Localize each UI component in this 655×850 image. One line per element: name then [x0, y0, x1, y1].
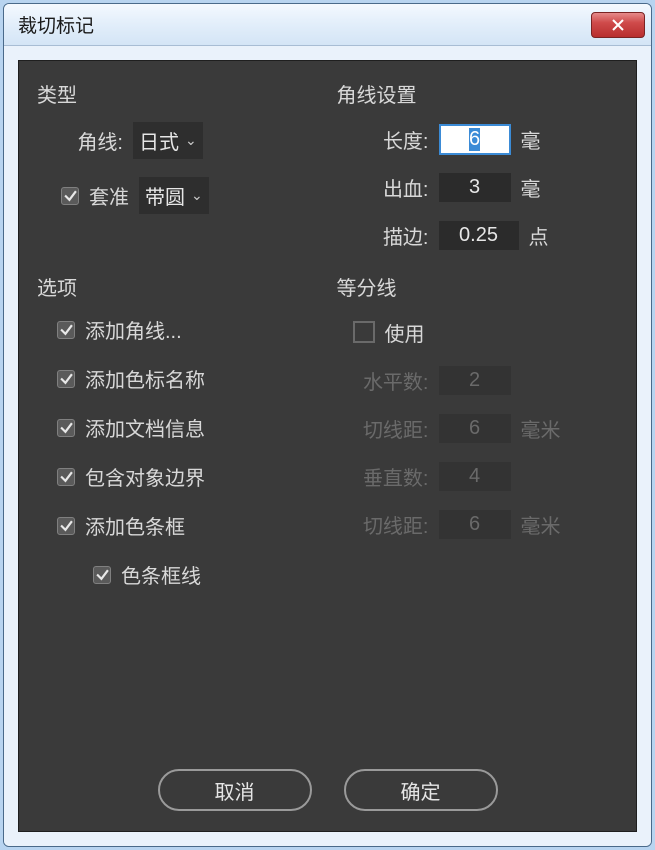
content: 类型 角线: 日式 ⌄ — [18, 60, 637, 832]
bleed-unit: 毫 — [521, 173, 541, 202]
use-divide-label: 使用 — [385, 318, 425, 347]
bleed-input[interactable] — [439, 173, 511, 202]
opt-add-swatch-name-checkbox[interactable] — [57, 370, 75, 388]
v-gap-unit: 毫米 — [521, 510, 561, 539]
options-title: 选项 — [37, 272, 319, 301]
bleed-label: 出血: — [337, 173, 429, 202]
footer: 取消 确定 — [37, 761, 618, 811]
opt-colorbar-line-checkbox[interactable] — [93, 566, 111, 584]
h-count-input — [439, 366, 511, 395]
titlebar: 裁切标记 — [4, 4, 651, 46]
opt-add-docinfo: 添加文档信息 — [37, 413, 319, 442]
type-group-title: 类型 — [37, 79, 319, 108]
h-gap-unit: 毫米 — [521, 414, 561, 443]
cancel-button[interactable]: 取消 — [158, 769, 312, 811]
corner-label: 角线: — [37, 126, 123, 155]
opt-add-corner-label: 添加角线... — [85, 315, 182, 344]
ok-button[interactable]: 确定 — [344, 769, 498, 811]
opt-add-swatch-name-label: 添加色标名称 — [85, 364, 205, 393]
corner-style-value: 日式 — [139, 126, 179, 155]
dialog-title: 裁切标记 — [18, 11, 591, 38]
length-unit: 毫 — [521, 125, 541, 154]
type-group: 类型 角线: 日式 ⌄ — [37, 79, 319, 272]
use-divide-checkbox[interactable] — [353, 321, 375, 343]
opt-add-docinfo-checkbox[interactable] — [57, 419, 75, 437]
stroke-input[interactable] — [439, 221, 519, 250]
register-style-select[interactable]: 带圆 ⌄ — [139, 177, 209, 214]
opt-add-corner-checkbox[interactable] — [57, 321, 75, 339]
divide-group: 等分线 使用 水平数: 切线距: 毫米 — [337, 272, 619, 609]
options-group: 选项 添加角线... 添加色标名称 添加文档信息 — [37, 272, 319, 609]
v-count-input — [439, 462, 511, 491]
opt-colorbar-line-label: 色条框线 — [121, 560, 201, 589]
v-gap-label: 切线距: — [337, 510, 429, 539]
opt-include-bounds-label: 包含对象边界 — [85, 462, 205, 491]
check-icon — [60, 519, 73, 532]
opt-add-docinfo-label: 添加文档信息 — [85, 413, 205, 442]
corner-settings-group: 角线设置 长度: 毫 出血: 毫 描边: — [337, 79, 619, 272]
opt-add-corner: 添加角线... — [37, 315, 319, 344]
register-label: 套准 — [89, 181, 129, 210]
lower-columns: 选项 添加角线... 添加色标名称 添加文档信息 — [37, 272, 618, 609]
check-icon — [60, 421, 73, 434]
chevron-down-icon: ⌄ — [191, 187, 203, 204]
check-icon — [64, 189, 77, 202]
h-gap-label: 切线距: — [337, 414, 429, 443]
opt-include-bounds-checkbox[interactable] — [57, 468, 75, 486]
opt-colorbar-line: 色条框线 — [37, 560, 319, 589]
check-icon — [60, 323, 73, 336]
opt-add-colorbar-checkbox[interactable] — [57, 517, 75, 535]
opt-add-swatch-name: 添加色标名称 — [37, 364, 319, 393]
divide-title: 等分线 — [337, 272, 619, 301]
h-gap-input — [439, 414, 511, 443]
register-style-value: 带圆 — [145, 181, 185, 210]
stroke-unit: 点 — [529, 221, 549, 250]
register-checkbox[interactable] — [61, 187, 79, 205]
opt-add-colorbar: 添加色条框 — [37, 511, 319, 540]
v-gap-input — [439, 510, 511, 539]
upper-columns: 类型 角线: 日式 ⌄ — [37, 79, 618, 272]
close-button[interactable] — [591, 12, 645, 38]
stroke-label: 描边: — [337, 221, 429, 250]
content-wrap: 类型 角线: 日式 ⌄ — [4, 46, 651, 846]
opt-add-colorbar-label: 添加色条框 — [85, 511, 185, 540]
h-count-label: 水平数: — [337, 366, 429, 395]
length-label: 长度: — [337, 125, 429, 154]
length-input[interactable] — [439, 124, 511, 155]
check-icon — [60, 372, 73, 385]
corner-style-select[interactable]: 日式 ⌄ — [133, 122, 203, 159]
chevron-down-icon: ⌄ — [185, 132, 197, 149]
check-icon — [60, 470, 73, 483]
check-icon — [96, 568, 109, 581]
opt-include-bounds: 包含对象边界 — [37, 462, 319, 491]
dialog-window: 裁切标记 类型 角线: 日式 ⌄ — [3, 3, 652, 847]
v-count-label: 垂直数: — [337, 462, 429, 491]
close-icon — [611, 19, 625, 31]
corner-settings-title: 角线设置 — [337, 79, 619, 108]
divide-disabled-block: 水平数: 切线距: 毫米 垂直数: 切线距 — [337, 363, 619, 541]
